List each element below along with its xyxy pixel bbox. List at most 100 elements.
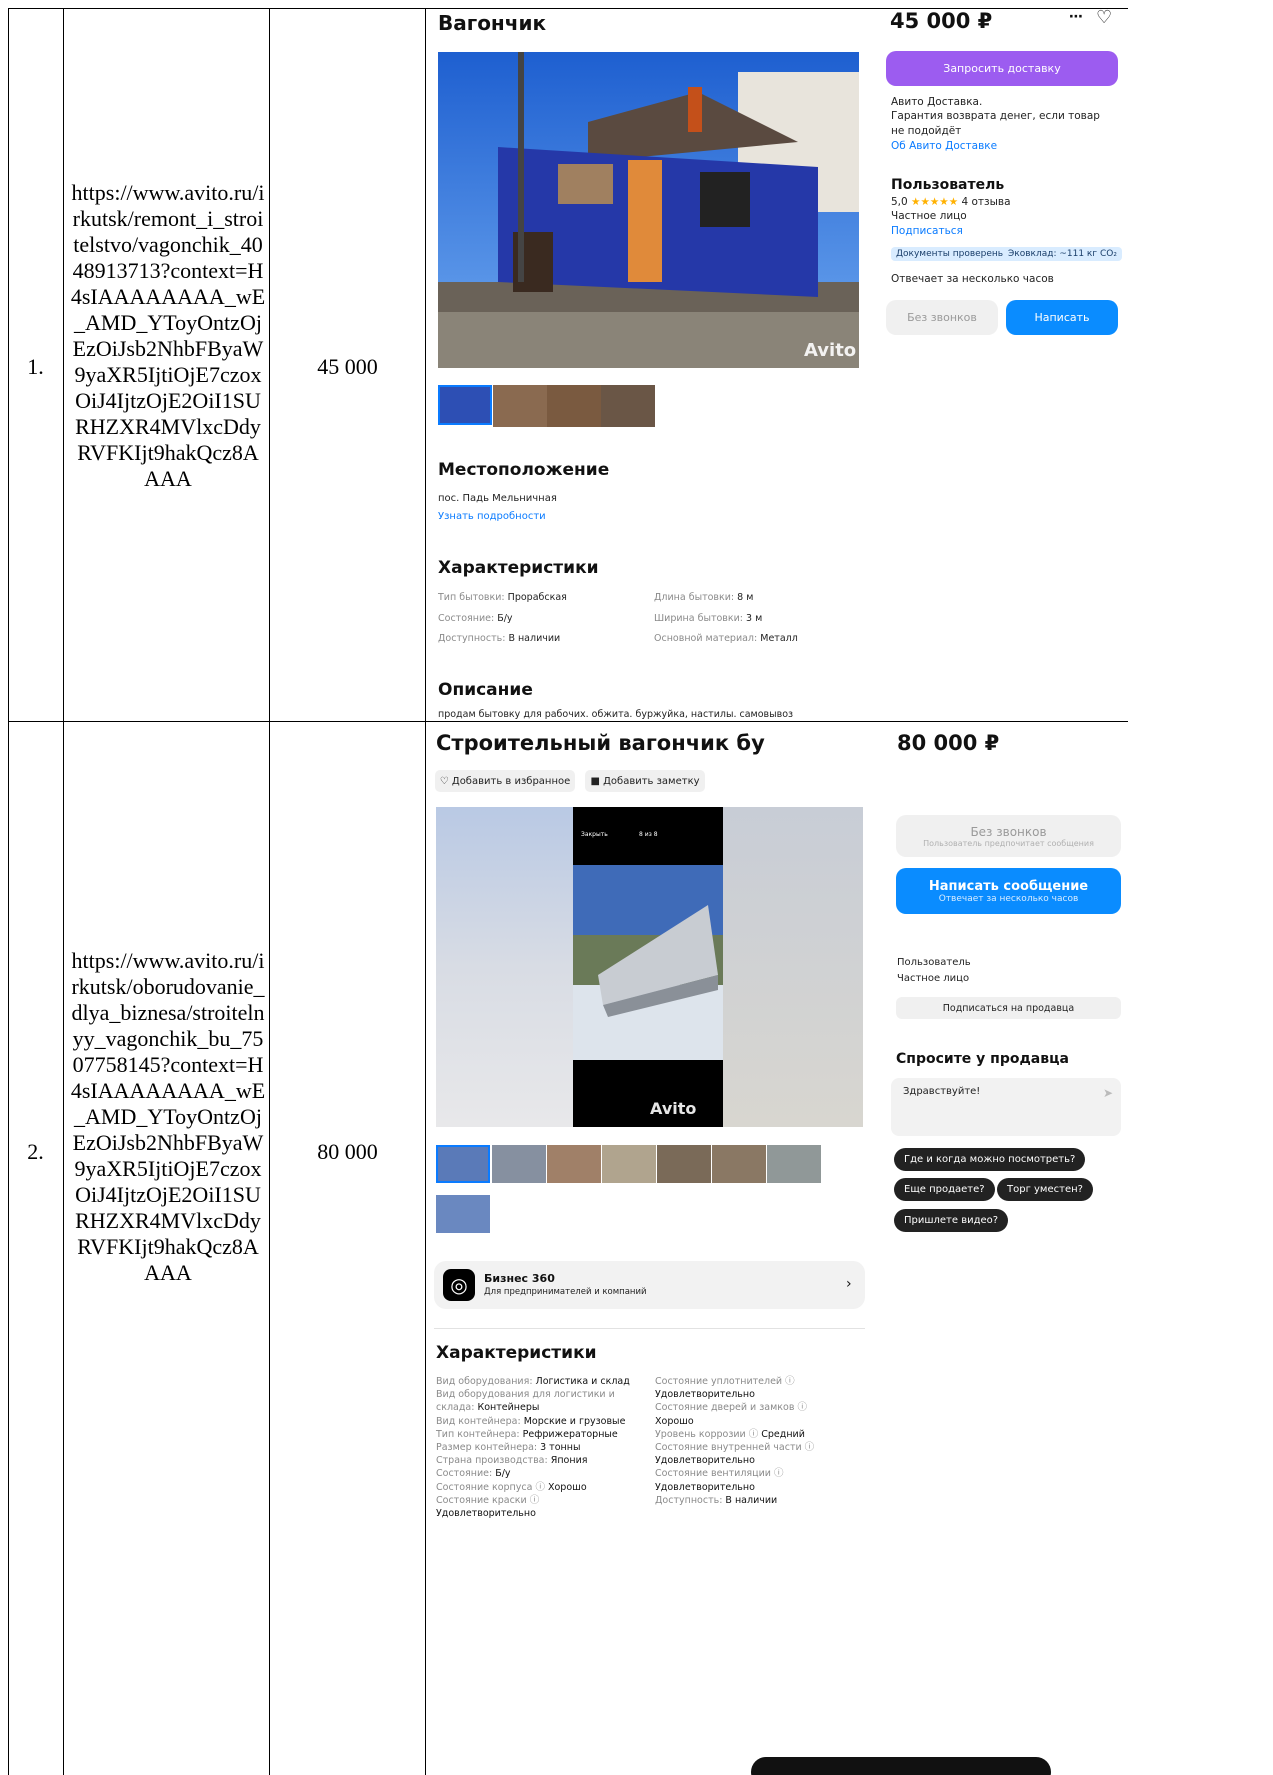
spec-key: Вид оборудования: [436, 1376, 533, 1387]
listing-screenshot-2: Строительный вагончик бу 80 000 ₽ ♡ Доба… [426, 722, 1126, 1775]
main-photo[interactable]: Закрыть 8 из 8 Avito [436, 807, 863, 1127]
specs-heading: Характеристики [436, 1343, 597, 1363]
specs-heading: Характеристики [438, 558, 599, 578]
write-message-sublabel: Отвечает за несколько часов [938, 893, 1079, 904]
heart-icon[interactable]: ♡ [1096, 9, 1112, 28]
delivery-info-3: не подойдёт [891, 125, 962, 137]
spec-item: Состояние внутренней части ⓘ [655, 1442, 865, 1454]
write-message-button[interactable]: Написать сообщение Отвечает за несколько… [896, 868, 1121, 914]
location-details-link[interactable]: Узнать подробности [438, 511, 546, 522]
price-value: 80 000 [317, 1139, 378, 1164]
business-title: Бизнес 360 [484, 1272, 555, 1285]
listing-title: Строительный вагончик бу [436, 731, 765, 755]
business-banner[interactable]: ◎ Бизнес 360 Для предпринимателей и комп… [434, 1261, 865, 1309]
spec-key: Состояние внутренней части ⓘ [655, 1442, 815, 1454]
thumbnail[interactable] [602, 1145, 656, 1183]
spec-value: Удовлетворительно [655, 1481, 755, 1493]
bottom-dark-button[interactable] [751, 1757, 1051, 1775]
quick-question-chip[interactable]: Пришлете видео? [894, 1209, 1009, 1232]
no-calls-button[interactable]: Без звонков Пользователь предпочитает со… [896, 815, 1121, 857]
spec-value: Рефрижераторные [519, 1428, 618, 1440]
thumbnail[interactable] [601, 385, 655, 427]
spec-key: Состояние: [436, 1468, 493, 1480]
spec-item: Удовлетворительно [436, 1508, 651, 1520]
spec-item: Состояние корпуса ⓘ Хорошо [436, 1482, 651, 1494]
seller-type: Частное лицо [891, 210, 967, 222]
chevron-right-icon: › [846, 1276, 852, 1292]
listing-title: Вагончик [438, 11, 547, 35]
listing-url[interactable]: https://www.avito.ru/irkutsk/remont_i_st… [70, 180, 266, 492]
spec-value: Прорабская [507, 592, 567, 603]
spec-value: Морские и грузовые [520, 1415, 626, 1427]
thumbnail[interactable] [492, 1145, 546, 1183]
subscribe-seller-button[interactable]: Подписаться на продавца [896, 997, 1121, 1019]
add-to-favorites-button[interactable]: ♡ Добавить в избранное [435, 770, 575, 792]
rating-value: 5,0 [891, 196, 908, 208]
send-icon[interactable]: ➤ [1103, 1086, 1113, 1100]
spec-key: Доступность: [655, 1494, 723, 1506]
spec-item: Вид оборудования: Логистика и склад [436, 1376, 651, 1388]
spec-value: Хорошо [655, 1415, 694, 1427]
photo-container [573, 865, 723, 1060]
seller-name[interactable]: Пользователь [891, 177, 1004, 193]
badge-eco: Эковклад: ~111 кг CO₂ [1003, 247, 1122, 261]
listing-price: 45 000 ₽ [890, 9, 993, 33]
specs-left-column: Вид оборудования: Логистика и склад Вид о… [436, 1376, 651, 1521]
listing-url[interactable]: https://www.avito.ru/irkutsk/oborudovani… [70, 948, 266, 1286]
quick-question-chip[interactable]: Еще продаете? [894, 1178, 995, 1201]
spec-key: Состояние уплотнителей ⓘ [655, 1376, 795, 1387]
write-button[interactable]: Написать [1006, 300, 1118, 335]
spec-item: Удовлетворительно [655, 1389, 865, 1401]
note-icon: ■ [590, 775, 604, 787]
thumbnail[interactable] [436, 1145, 490, 1183]
spec-value: Контейнеры [474, 1402, 540, 1414]
ask-seller-input[interactable]: Здравствуйте! ➤ [891, 1078, 1121, 1136]
thumbnail[interactable] [436, 1195, 490, 1233]
spec-value: Средний [758, 1428, 805, 1440]
thumbnail[interactable] [712, 1145, 766, 1183]
spec-item: Удовлетворительно [655, 1482, 865, 1494]
response-time: Отвечает за несколько часов [891, 273, 1054, 285]
main-photo[interactable]: Avito [438, 52, 859, 368]
spec-item: Состояние: Б/у [436, 1468, 651, 1480]
business-subtitle: Для предпринимателей и компаний [484, 1287, 647, 1297]
reviews-link[interactable]: 4 отзыва [961, 196, 1010, 208]
quick-question-chip[interactable]: Торг уместен? [997, 1178, 1093, 1201]
no-calls-button[interactable]: Без звонков [886, 300, 998, 335]
phone-frame: Закрыть 8 из 8 Avito [573, 807, 723, 1127]
write-message-label: Написать сообщение [928, 878, 1089, 894]
description-heading: Описание [438, 680, 533, 700]
spec-item: Состояние краски ⓘ [436, 1495, 651, 1507]
blur-left [436, 807, 573, 1127]
listing-screenshot-1: Вагончик 45 000 ₽ ⋯ ♡ Avito Запросить до… [426, 9, 1126, 721]
delivery-info-1: Авито Доставка. [891, 96, 983, 108]
fav-label: Добавить в избранное [451, 775, 571, 787]
thumbnail[interactable] [438, 385, 492, 425]
row-number: 2. [27, 1139, 44, 1164]
more-icon[interactable]: ⋯ [1069, 9, 1083, 25]
table-col-3 [269, 8, 270, 1775]
spec-key: Тип бытовки: [438, 592, 505, 603]
thumbnail[interactable] [547, 385, 601, 427]
add-note-button[interactable]: ■ Добавить заметку [585, 770, 705, 792]
request-delivery-button[interactable]: Запросить доставку [886, 51, 1118, 86]
phone-close[interactable]: Закрыть [581, 831, 608, 838]
thumbnail[interactable] [657, 1145, 711, 1183]
business-logo-icon: ◎ [443, 1269, 475, 1301]
ask-input-text: Здравствуйте! [903, 1086, 981, 1097]
quick-question-chip[interactable]: Где и когда можно посмотреть? [894, 1148, 1086, 1171]
subscribe-link[interactable]: Подписаться [891, 225, 963, 237]
thumbnail[interactable] [493, 385, 547, 427]
about-delivery-link[interactable]: Об Авито Доставке [891, 140, 997, 152]
blur-right [723, 807, 863, 1127]
spec-key: Тип контейнера: [436, 1428, 520, 1440]
spec-value: Удовлетворительно [655, 1455, 755, 1467]
spec-item: Доступность: В наличии [438, 633, 560, 644]
spec-item: Вид оборудования для логистики и [436, 1389, 651, 1401]
thumbnail[interactable] [767, 1145, 821, 1183]
listing-price: 80 000 ₽ [897, 731, 1000, 755]
thumbnail[interactable] [547, 1145, 601, 1183]
spec-key: Состояние корпуса ⓘ [436, 1481, 545, 1493]
spec-key: Состояние вентиляции ⓘ [655, 1468, 784, 1480]
seller-name[interactable]: Пользователь [897, 957, 971, 968]
